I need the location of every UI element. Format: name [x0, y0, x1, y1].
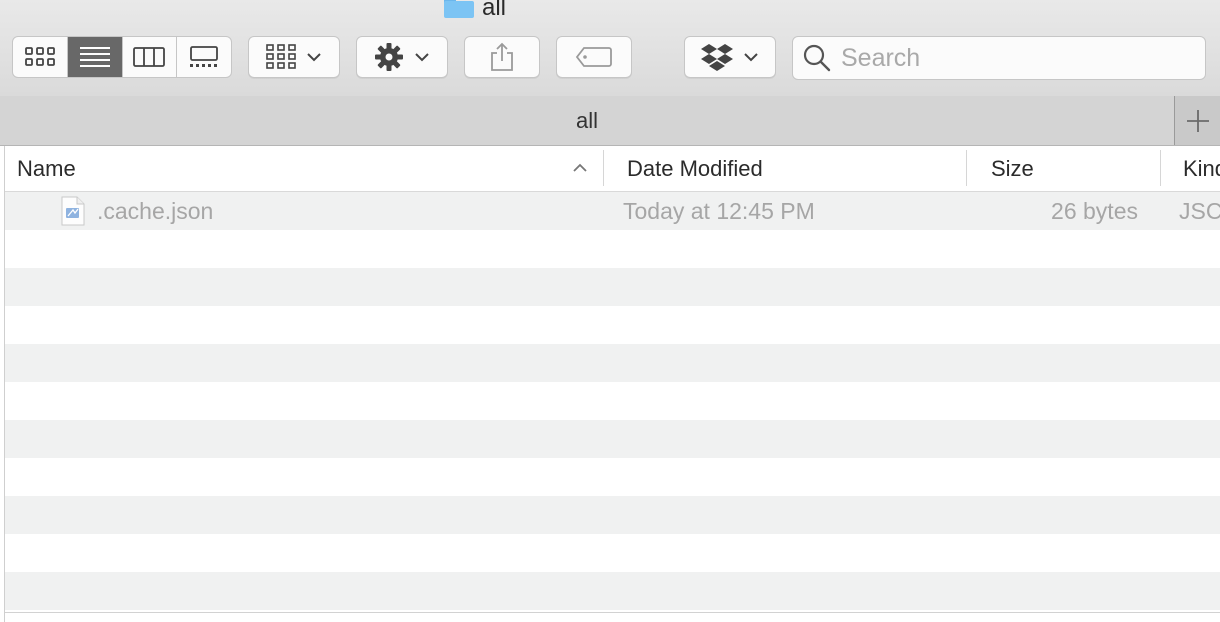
icon-view-button[interactable] — [13, 37, 68, 77]
tag-icon — [575, 47, 612, 67]
empty-row — [5, 230, 1220, 268]
column-view-button[interactable] — [123, 37, 178, 77]
tab-bar: all — [0, 96, 1220, 146]
empty-row — [5, 382, 1220, 420]
chevron-down-icon — [307, 53, 321, 62]
list-view-button[interactable] — [67, 37, 123, 77]
window-title: all — [444, 0, 506, 22]
date-column-header[interactable]: Date Modified — [627, 146, 957, 191]
plus-icon — [1187, 109, 1209, 132]
kind-column-label: Kind — [1183, 155, 1220, 181]
tab-all[interactable]: all — [0, 96, 1174, 145]
chevron-down-icon — [744, 53, 758, 62]
toolbar: all — [0, 0, 1220, 97]
columns-icon — [133, 47, 166, 67]
empty-row — [5, 458, 1220, 496]
column-divider[interactable] — [603, 150, 604, 186]
dropbox-button[interactable] — [684, 36, 776, 78]
file-name: .cache.json — [97, 197, 214, 224]
table-row[interactable]: .cache.json Today at 12:45 PM 26 bytes J… — [5, 192, 1220, 230]
size-column-header[interactable]: Size — [991, 146, 1151, 191]
empty-row — [5, 268, 1220, 306]
list-header: Name Date Modified Size Kind — [5, 146, 1220, 192]
search-field[interactable] — [792, 36, 1206, 80]
tab-label: all — [575, 107, 598, 133]
name-column-header[interactable]: Name — [17, 146, 597, 191]
search-input[interactable] — [839, 42, 1183, 74]
date-column-label: Date Modified — [627, 155, 763, 181]
empty-row — [5, 496, 1220, 534]
sort-ascending-icon — [573, 163, 587, 172]
empty-row — [5, 344, 1220, 382]
view-mode-control — [12, 36, 232, 78]
group-by-button[interactable] — [248, 36, 340, 78]
size-column-label: Size — [991, 155, 1034, 181]
list-rows: .cache.json Today at 12:45 PM 26 bytes J… — [5, 192, 1220, 610]
list-icon — [79, 47, 110, 67]
share-icon — [491, 42, 513, 71]
folder-icon — [444, 0, 474, 18]
empty-row — [5, 306, 1220, 344]
json-file-icon — [61, 196, 85, 226]
file-size: 26 bytes — [1051, 197, 1138, 224]
file-list: Name Date Modified Size Kind .cache.json — [4, 146, 1220, 622]
list-bottom-border — [5, 612, 1220, 613]
column-divider[interactable] — [1160, 150, 1161, 186]
group-icon — [266, 44, 296, 69]
file-kind: JSC — [1179, 197, 1220, 224]
new-tab-button[interactable] — [1174, 96, 1220, 145]
window-title-text: all — [482, 0, 507, 21]
gallery-view-button[interactable] — [177, 37, 231, 77]
gear-icon — [375, 43, 403, 71]
file-date-modified: Today at 12:45 PM — [623, 197, 815, 224]
empty-row — [5, 534, 1220, 572]
empty-row — [5, 420, 1220, 458]
name-column-label: Name — [17, 155, 76, 181]
dropbox-icon — [701, 44, 733, 71]
gallery-icon — [190, 46, 219, 67]
chevron-down-icon — [415, 53, 429, 62]
column-divider[interactable] — [966, 150, 967, 186]
grid-icon — [24, 47, 55, 66]
action-button[interactable] — [356, 36, 448, 78]
tag-button[interactable] — [556, 36, 632, 78]
empty-row — [5, 572, 1220, 610]
search-icon — [803, 44, 831, 72]
share-button[interactable] — [464, 36, 540, 78]
kind-column-header[interactable]: Kind — [1183, 146, 1220, 191]
